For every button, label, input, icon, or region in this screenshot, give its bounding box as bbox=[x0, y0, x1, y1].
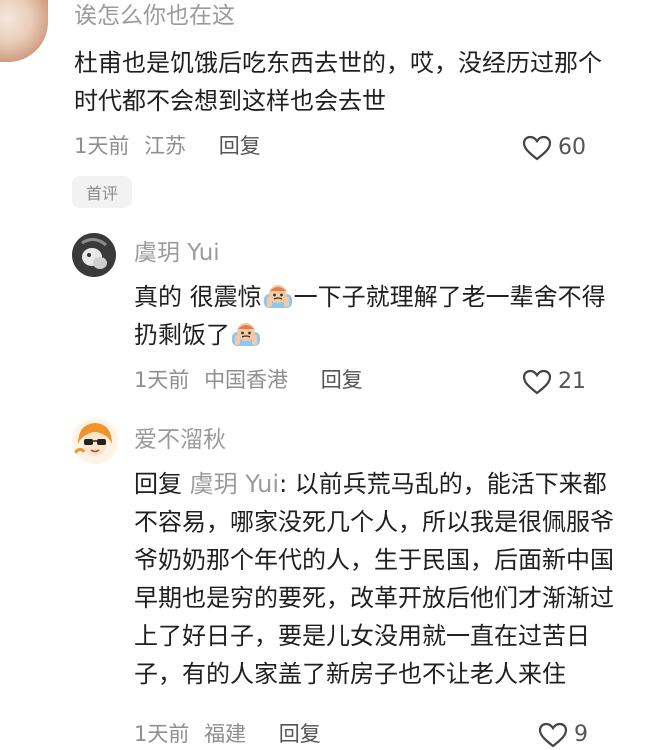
avatar-image bbox=[72, 418, 118, 464]
comment-location: 江苏 bbox=[144, 134, 187, 158]
comment-text-line: 回复 虞玥 Yui: 以前兵荒马乱的，能活下来都 bbox=[134, 465, 607, 503]
comment-text-segment: : 以前兵荒马乱的，能活下来都 bbox=[279, 470, 607, 498]
like-button[interactable]: 21 bbox=[522, 369, 586, 395]
comment-meta: 1天前 中国香港 回复 bbox=[134, 370, 371, 391]
comment-time: 1天前 bbox=[74, 134, 130, 158]
comment-location: 中国香港 bbox=[204, 368, 289, 392]
comment-username[interactable]: 虞玥 Yui bbox=[134, 242, 220, 265]
reply-button[interactable]: 回复 bbox=[219, 134, 261, 158]
comment-text-line: 真的 很震惊 一下子就理解了老一辈舍不得 bbox=[134, 278, 606, 316]
like-button[interactable]: 9 bbox=[538, 722, 588, 748]
first-comment-badge: 首评 bbox=[72, 176, 132, 208]
reply-prefix: 回复 bbox=[134, 470, 182, 498]
comment-text-segment: 一下子就理解了老一辈舍不得 bbox=[293, 283, 606, 311]
comment-username[interactable]: 爱不溜秋 bbox=[134, 429, 226, 452]
avatar[interactable] bbox=[0, 0, 48, 62]
like-count: 9 bbox=[574, 722, 588, 747]
avatar[interactable] bbox=[72, 418, 118, 464]
comment-time: 1天前 bbox=[134, 722, 190, 746]
like-count: 21 bbox=[558, 369, 586, 394]
crying-emoji-icon bbox=[232, 323, 260, 346]
comment-text-line: 不容易，哪家没死几个人，所以我是很佩服爷 bbox=[134, 508, 614, 536]
comment-text-line: 时代都不会想到这样也会去世 bbox=[74, 87, 386, 115]
comment-text-segment: 扔剩饭了 bbox=[134, 321, 230, 349]
like-count: 60 bbox=[558, 135, 586, 160]
comment-text-line: 子，有的人家盖了新房子也不让老人来住 bbox=[134, 660, 566, 688]
comment-text-line: 杜甫也是饥饿后吃东西去世的，哎，没经历过那个 bbox=[74, 49, 602, 77]
comment-location: 福建 bbox=[204, 722, 247, 746]
comment-text-line: 早期也是穷的要死，改革开放后他们才渐渐过 bbox=[134, 584, 614, 612]
crying-emoji-icon bbox=[263, 285, 292, 308]
reply-button[interactable]: 回复 bbox=[321, 368, 363, 392]
comment-text-line: 扔剩饭了 bbox=[134, 316, 262, 354]
heart-icon bbox=[522, 369, 552, 395]
comment-meta: 1天前 福建 回复 bbox=[134, 724, 329, 745]
reply-button[interactable]: 回复 bbox=[279, 722, 321, 746]
comment-time: 1天前 bbox=[134, 368, 190, 392]
comment-username[interactable]: 诶怎么你也在这 bbox=[74, 5, 235, 28]
comment-text-segment: 真的 很震惊 bbox=[134, 283, 262, 311]
heart-icon bbox=[522, 135, 552, 161]
comment-text-line: 爷奶奶那个年代的人，生于民国，后面新中国 bbox=[134, 546, 614, 574]
comment-meta: 1天前 江苏 回复 bbox=[74, 136, 269, 157]
avatar[interactable] bbox=[72, 233, 116, 277]
comment-text-line: 上了好日子，要是儿女没用就一直在过苦日 bbox=[134, 622, 590, 650]
heart-icon bbox=[538, 722, 568, 748]
avatar-image bbox=[72, 233, 116, 277]
like-button[interactable]: 60 bbox=[522, 135, 586, 161]
mention-link[interactable]: 虞玥 Yui bbox=[190, 470, 279, 498]
